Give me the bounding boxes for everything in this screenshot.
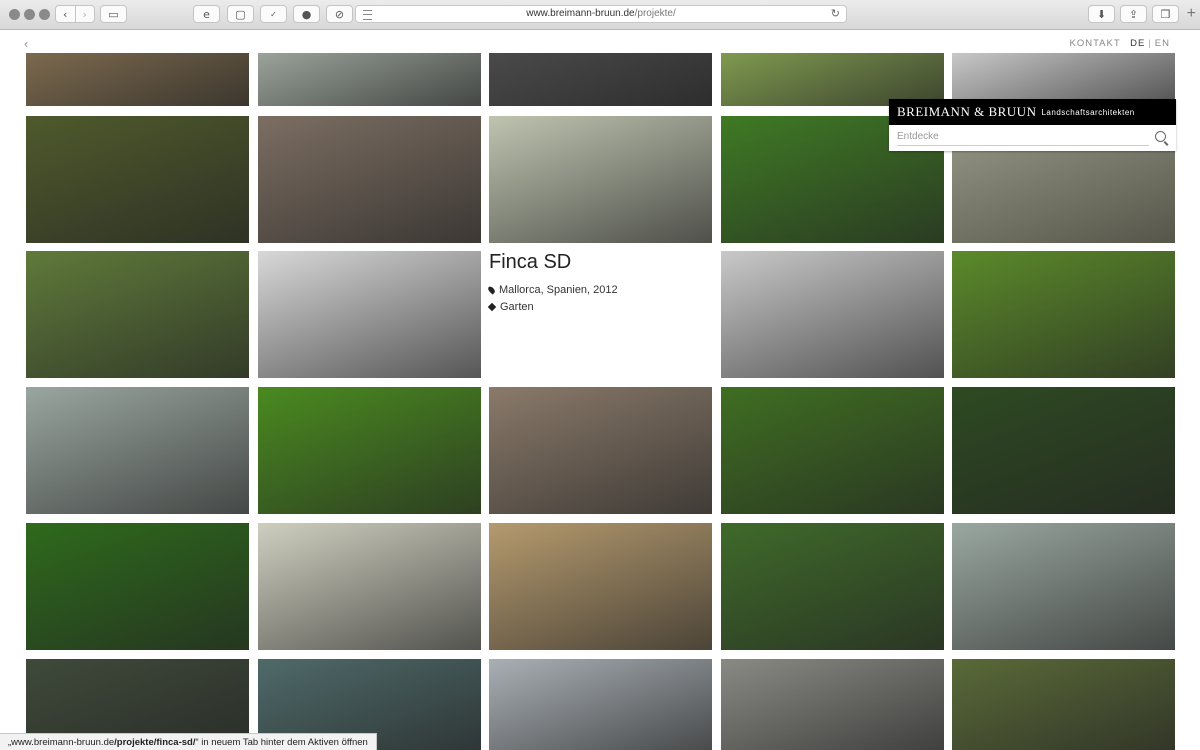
status-suffix: “ in neuem Tab hinter dem Aktiven öffnen — [195, 737, 368, 748]
project-thumbnail[interactable] — [721, 523, 944, 650]
download-icon[interactable]: ⬇ — [1088, 5, 1115, 23]
project-thumbnail[interactable] — [26, 53, 249, 106]
history-nav: ‹ › — [55, 5, 95, 23]
sidebar-icon[interactable]: ▭ — [100, 5, 127, 23]
top-nav: KONTAKT DE | EN — [1069, 38, 1170, 49]
project-location-row: Mallorca, Spanien, 2012 — [486, 284, 712, 296]
project-thumbnail[interactable] — [26, 387, 249, 514]
status-host: www.breimann-bruun.de — [11, 737, 115, 748]
project-thumbnail[interactable] — [952, 251, 1175, 378]
forward-icon[interactable]: › — [74, 6, 95, 22]
project-thumbnail[interactable] — [258, 116, 481, 243]
back-icon[interactable]: ‹ — [56, 6, 75, 22]
address-bar[interactable]: www.breimann-bruun.de/projekte/ ↻ — [355, 5, 847, 23]
lang-en-link[interactable]: EN — [1155, 38, 1170, 49]
reload-icon[interactable]: ↻ — [831, 7, 840, 20]
minimize-window-button[interactable] — [24, 9, 35, 20]
block-icon[interactable]: ⊘ — [326, 5, 353, 23]
project-thumbnail[interactable] — [721, 251, 944, 378]
project-category[interactable]: Garten — [500, 301, 534, 313]
project-category-row: Garten — [487, 301, 712, 313]
project-thumbnail[interactable] — [258, 387, 481, 514]
tabs-icon[interactable]: ▢ — [227, 5, 254, 23]
project-thumbnail[interactable] — [26, 116, 249, 243]
project-thumbnail[interactable] — [952, 523, 1175, 650]
status-bar: „www.breimann-bruun.de/projekte/finca-sd… — [0, 733, 377, 750]
ie-icon[interactable]: e — [193, 5, 220, 23]
brand-bar: BREIMANN & BRUUN Landschaftsarchitekten — [889, 99, 1176, 125]
pinterest-icon[interactable]: ● — [293, 5, 320, 23]
project-location: Mallorca, Spanien, 2012 — [499, 284, 618, 296]
project-thumbnail[interactable] — [26, 523, 249, 650]
share-icon[interactable]: ⇪ — [1120, 5, 1147, 23]
tab-overview-icon[interactable]: ❐ — [1152, 5, 1179, 23]
project-thumbnail[interactable] — [721, 387, 944, 514]
back-arrow-icon[interactable]: ‹ — [24, 36, 28, 51]
brand-name[interactable]: BREIMANN & BRUUN — [897, 104, 1036, 120]
project-thumbnail[interactable] — [26, 251, 249, 378]
tag-icon — [487, 302, 497, 312]
project-info[interactable]: Finca SD Mallorca, Spanien, 2012 Garten — [486, 251, 712, 378]
project-thumbnail[interactable] — [489, 523, 712, 650]
project-thumbnail[interactable] — [258, 53, 481, 106]
lang-separator: | — [1148, 38, 1152, 49]
brand-subtitle: Landschaftsarchitekten — [1041, 107, 1135, 117]
w3c-icon[interactable]: ✓ — [260, 5, 287, 23]
new-tab-button[interactable]: + — [1187, 6, 1196, 22]
project-thumbnail[interactable] — [258, 251, 481, 378]
project-title[interactable]: Finca SD — [489, 251, 712, 274]
project-thumbnail[interactable] — [489, 53, 712, 106]
lang-de-link[interactable]: DE — [1130, 38, 1145, 49]
location-pin-icon — [486, 285, 497, 295]
search-icon[interactable] — [1155, 131, 1166, 142]
project-thumbnail[interactable] — [952, 659, 1175, 750]
close-window-button[interactable] — [9, 9, 20, 20]
status-path: /projekte/finca-sd/ — [114, 737, 196, 748]
project-thumbnail[interactable] — [258, 523, 481, 650]
brand-panel: BREIMANN & BRUUN Landschaftsarchitekten … — [889, 99, 1176, 151]
zoom-window-button[interactable] — [39, 9, 50, 20]
project-thumbnail[interactable] — [489, 659, 712, 750]
project-thumbnail[interactable] — [721, 659, 944, 750]
project-thumbnail[interactable] — [489, 387, 712, 514]
project-thumbnail[interactable] — [952, 387, 1175, 514]
project-thumbnail[interactable] — [489, 116, 712, 243]
contact-link[interactable]: KONTAKT — [1069, 38, 1120, 49]
search-input[interactable]: Entdecke — [897, 129, 1149, 146]
browser-toolbar: ‹ › ▭ e ▢ ✓ ● ⊘ www.breimann-bruun.de/pr… — [0, 0, 1200, 30]
url-text: www.breimann-bruun.de/projekte/ — [526, 8, 676, 19]
